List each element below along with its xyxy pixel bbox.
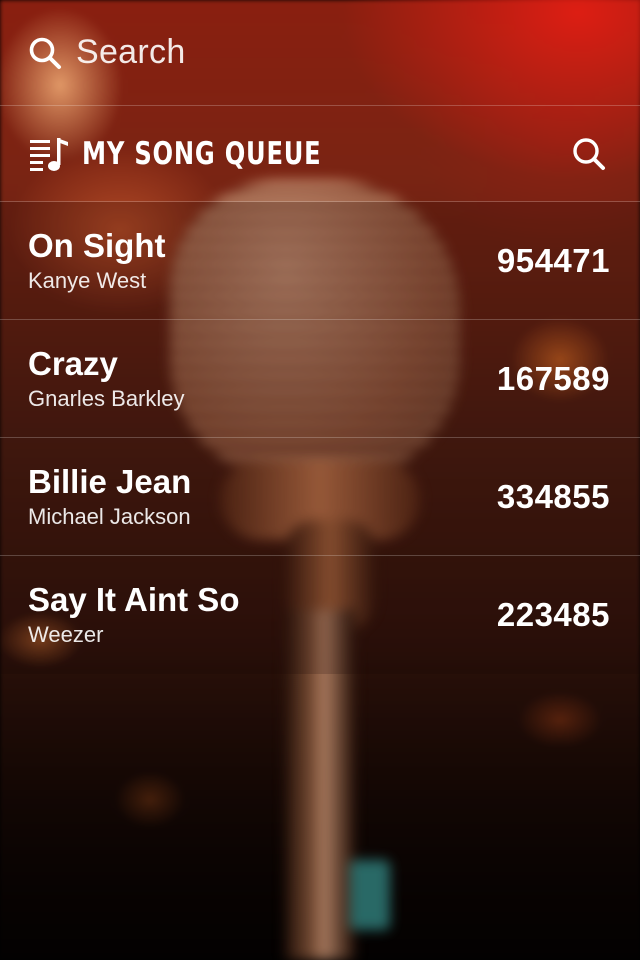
song-title: Crazy xyxy=(28,344,118,382)
song-row[interactable]: On Sight Kanye West 954471 xyxy=(0,202,640,320)
app-screen: Search MY SONG QUEUE On Sight Kanye West… xyxy=(0,0,640,960)
song-row[interactable]: Billie Jean Michael Jackson 334855 xyxy=(0,438,640,556)
song-row[interactable]: Say It Aint So Weezer 223485 xyxy=(0,556,640,674)
song-artist: Michael Jackson xyxy=(28,503,191,529)
song-title: Billie Jean xyxy=(28,462,192,500)
song-code: 167589 xyxy=(496,359,610,397)
search-icon[interactable] xyxy=(572,137,606,171)
song-artist: Gnarles Barkley xyxy=(28,385,185,411)
queue-header: MY SONG QUEUE xyxy=(0,106,640,202)
search-icon xyxy=(28,36,62,70)
song-code: 334855 xyxy=(496,477,610,515)
song-artist: Kanye West xyxy=(28,267,147,293)
search-bar[interactable]: Search xyxy=(0,0,640,106)
song-row[interactable]: Crazy Gnarles Barkley 167589 xyxy=(0,320,640,438)
song-queue-list: On Sight Kanye West 954471 Crazy Gnarles… xyxy=(0,202,640,674)
song-artist: Weezer xyxy=(28,622,104,647)
music-queue-icon xyxy=(30,136,70,172)
song-code: 223485 xyxy=(496,596,610,633)
search-placeholder: Search xyxy=(76,33,186,71)
song-title: Say It Aint So xyxy=(28,581,240,618)
song-title: On Sight xyxy=(28,226,166,264)
song-code: 954471 xyxy=(496,241,610,279)
queue-title: MY SONG QUEUE xyxy=(82,135,322,172)
